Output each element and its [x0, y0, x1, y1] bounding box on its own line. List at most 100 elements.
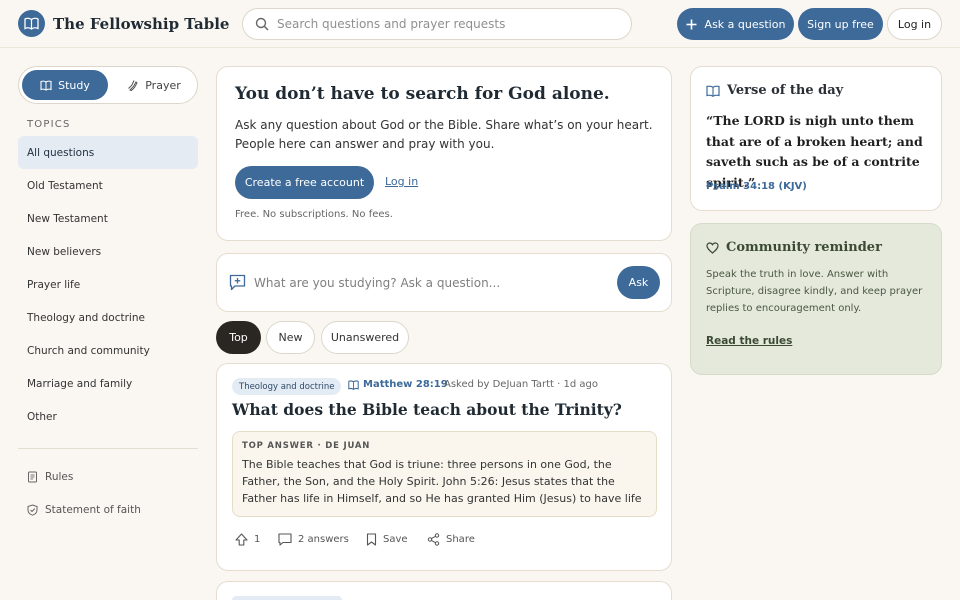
tab-new-label: New — [278, 331, 303, 344]
next-question-card[interactable] — [216, 581, 672, 600]
segment-prayer-label: Prayer — [145, 78, 181, 92]
rules-link-label: Rules — [45, 471, 74, 483]
topic-label: Theology and doctrine — [27, 311, 145, 324]
reminder-text: Speak the truth in love. Answer with Scr… — [706, 269, 923, 314]
answers-count: 2 answers — [298, 533, 349, 545]
tab-top-label: Top — [229, 331, 248, 344]
log-in-button[interactable]: Log in — [887, 8, 942, 40]
ask-question-button[interactable]: Ask a question — [677, 8, 794, 40]
verse-heading: Verse of the day — [706, 83, 843, 98]
topic-old-testament[interactable]: Old Testament — [18, 169, 198, 202]
community-reminder-panel: Community reminder Speak the truth in lo… — [690, 223, 942, 375]
sign-up-label: Sign up free — [807, 17, 874, 31]
topic-theology-and-doctrine[interactable]: Theology and doctrine — [18, 301, 198, 334]
topic-new-believers[interactable]: New believers — [18, 235, 198, 268]
book-icon — [706, 85, 720, 97]
topics-heading: TOPICS — [27, 119, 71, 130]
book-logo-icon — [18, 10, 45, 37]
reminder-heading: Community reminder — [706, 240, 882, 255]
log-in-label: Log in — [897, 17, 932, 31]
bookmark-icon — [366, 532, 377, 546]
topic-other[interactable]: Other — [18, 400, 198, 433]
tab-unanswered[interactable]: Unanswered — [321, 321, 409, 354]
statement-of-faith-label: Statement of faith — [45, 504, 141, 516]
welcome-log-in-link[interactable]: Log in — [385, 175, 418, 188]
share-label: Share — [446, 533, 475, 545]
share-icon — [427, 532, 440, 546]
topic-label: New believers — [27, 245, 102, 258]
search-icon — [255, 17, 269, 31]
mode-toggle: Study Prayer — [18, 66, 198, 104]
topic-label: Prayer life — [27, 278, 81, 291]
upvote-count: 1 — [254, 533, 261, 545]
shield-icon — [27, 504, 38, 516]
search-input[interactable] — [277, 17, 607, 31]
brand[interactable]: The Fellowship Table — [18, 10, 229, 37]
composer-ask-button[interactable]: Ask — [617, 266, 660, 299]
welcome-title: You don’t have to search for God alone. — [235, 84, 610, 104]
top-answer-text: The Bible teaches that God is triune: th… — [242, 458, 642, 505]
tab-top[interactable]: Top — [216, 321, 261, 354]
arrow-up-icon — [235, 532, 248, 546]
read-the-rules-link[interactable]: Read the rules — [706, 335, 792, 347]
search-bar[interactable] — [242, 8, 632, 40]
book-icon — [348, 379, 359, 390]
top-header: The Fellowship Table Ask a question Sign… — [0, 0, 960, 48]
scroll-icon — [28, 471, 37, 483]
verse-reference[interactable]: Psalm 34:18 (KJV) — [706, 181, 807, 192]
reminder-heading-text: Community reminder — [726, 240, 882, 255]
site-name: The Fellowship Table — [53, 14, 230, 33]
welcome-card: You don’t have to search for God alone. … — [216, 66, 672, 241]
sign-up-button[interactable]: Sign up free — [798, 8, 883, 40]
topic-label: All questions — [27, 146, 95, 159]
question-card[interactable]: Theology and doctrine Matthew 28:19 Aske… — [216, 363, 672, 571]
segment-prayer[interactable]: Prayer — [112, 70, 196, 100]
topic-label: New Testament — [27, 212, 108, 225]
verse-heading-text: Verse of the day — [727, 83, 844, 98]
scripture-reference[interactable]: Matthew 28:19 — [348, 379, 448, 390]
topic-label: Old Testament — [27, 179, 103, 192]
topic-new-testament[interactable]: New Testament — [18, 202, 198, 235]
topic-tag[interactable]: Theology and doctrine — [232, 378, 342, 395]
topic-label: Marriage and family — [27, 377, 133, 390]
question-title[interactable]: What does the Bible teach about the Trin… — [232, 400, 622, 419]
sidebar-divider — [18, 448, 198, 449]
plus-icon — [686, 19, 697, 29]
welcome-body: Ask any question about God or the Bible.… — [235, 118, 653, 151]
topic-tag-placeholder — [232, 596, 342, 600]
save-label: Save — [383, 533, 408, 545]
praying-hands-icon — [128, 80, 138, 91]
statement-of-faith-link[interactable]: Statement of faith — [27, 500, 141, 520]
topic-marriage-and-family[interactable]: Marriage and family — [18, 367, 198, 400]
answers-button[interactable]: 2 answers — [278, 530, 349, 548]
rules-link[interactable]: Rules — [27, 467, 73, 487]
ask-question-label: Ask a question — [704, 17, 786, 31]
scripture-reference-text: Matthew 28:19 — [363, 379, 448, 390]
segment-study-label: Study — [58, 78, 90, 92]
welcome-note: Free. No subscriptions. No fees. — [235, 209, 393, 220]
heart-icon — [706, 241, 719, 254]
tab-new[interactable]: New — [266, 321, 315, 354]
save-button[interactable]: Save — [366, 530, 408, 548]
question-composer: Ask — [216, 253, 672, 312]
upvote-button[interactable]: 1 — [235, 530, 260, 548]
comment-icon — [278, 532, 292, 546]
message-plus-icon — [229, 274, 246, 291]
segment-study[interactable]: Study — [22, 70, 108, 100]
share-button[interactable]: Share — [427, 530, 475, 548]
composer-ask-label: Ask — [628, 276, 649, 289]
asked-by-meta: Asked by DeJuan Tartt · 1d ago — [444, 379, 598, 390]
create-account-button[interactable]: Create a free account — [235, 166, 374, 199]
book-icon — [40, 80, 52, 91]
top-answer-preview[interactable]: TOP ANSWER · DE JUAN The Bible teaches t… — [232, 431, 657, 517]
tab-unanswered-label: Unanswered — [330, 331, 400, 344]
topic-prayer-life[interactable]: Prayer life — [18, 268, 198, 301]
topic-label: Church and community — [27, 344, 150, 357]
verse-of-the-day-panel: Verse of the day “The LORD is nigh unto … — [690, 66, 942, 211]
topic-label: Other — [27, 410, 57, 423]
topic-all-questions[interactable]: All questions — [18, 136, 198, 169]
create-account-label: Create a free account — [244, 176, 365, 189]
topic-church-and-community[interactable]: Church and community — [18, 334, 198, 367]
composer-input[interactable] — [254, 272, 604, 294]
top-answer-label: TOP ANSWER · DE JUAN — [242, 441, 371, 451]
